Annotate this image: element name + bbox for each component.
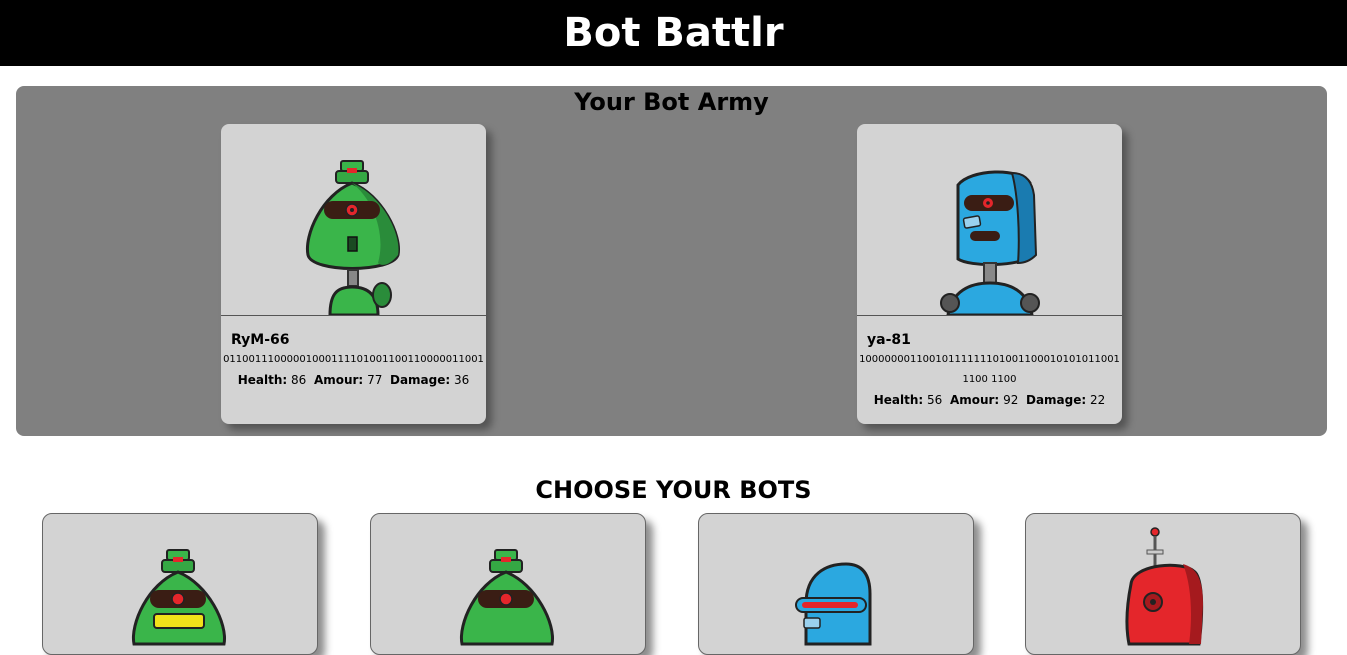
health-value: 56 — [927, 393, 943, 407]
damage-value: 22 — [1090, 393, 1106, 407]
collection-bot-card[interactable] — [698, 513, 974, 655]
bot-name: ya-81 — [867, 332, 911, 348]
collection-bot-card[interactable] — [42, 513, 318, 655]
green-robot-icon — [131, 549, 226, 646]
damage-label: Damage: — [389, 373, 451, 387]
army-title: Your Bot Army — [574, 88, 769, 116]
green-robot-icon — [459, 549, 554, 646]
bot-info: RyM-66 011001110000010001111010011001100… — [221, 316, 486, 390]
collection-bot-card[interactable] — [370, 513, 646, 655]
health-label: Health: — [873, 393, 924, 407]
bot-image — [221, 124, 486, 316]
armor-value: 92 — [1003, 393, 1019, 407]
bot-catchphrase: 0110011100000100011110100110011000001100… — [223, 354, 484, 365]
collection-title: CHOOSE YOUR BOTS — [535, 476, 812, 504]
green-robot-icon — [305, 160, 400, 315]
bot-stats: Health: 86 Amour: 77 Damage: 36 — [221, 370, 486, 390]
bot-stats: Health: 56 Amour: 92 Damage: 22 — [857, 390, 1122, 410]
blue-robot-icon — [795, 562, 872, 646]
app-header: Bot Battlr — [0, 0, 1347, 66]
red-robot-icon — [1125, 527, 1204, 646]
app-title: Bot Battlr — [563, 10, 784, 56]
armor-label: Amour: — [313, 373, 364, 387]
bot-image — [857, 124, 1122, 316]
armor-label: Amour: — [949, 393, 1000, 407]
bot-info: ya-81 1000000011001011111110100110001010… — [857, 316, 1122, 410]
health-value: 86 — [291, 373, 307, 387]
army-bot-card[interactable]: ya-81 1000000011001011111110100110001010… — [857, 124, 1122, 424]
bot-catchphrase: 1000000011001011111110100110001010101100… — [859, 354, 1120, 385]
collection-bot-card[interactable] — [1025, 513, 1301, 655]
bot-name: RyM-66 — [231, 332, 290, 348]
damage-label: Damage: — [1025, 393, 1087, 407]
blue-robot-icon — [939, 170, 1040, 315]
army-bot-card[interactable]: RyM-66 011001110000010001111010011001100… — [221, 124, 486, 424]
damage-value: 36 — [454, 373, 470, 387]
bot-army-panel: Your Bot Army RyM-66 0110011100000100011… — [16, 86, 1327, 436]
armor-value: 77 — [367, 373, 383, 387]
health-label: Health: — [237, 373, 288, 387]
